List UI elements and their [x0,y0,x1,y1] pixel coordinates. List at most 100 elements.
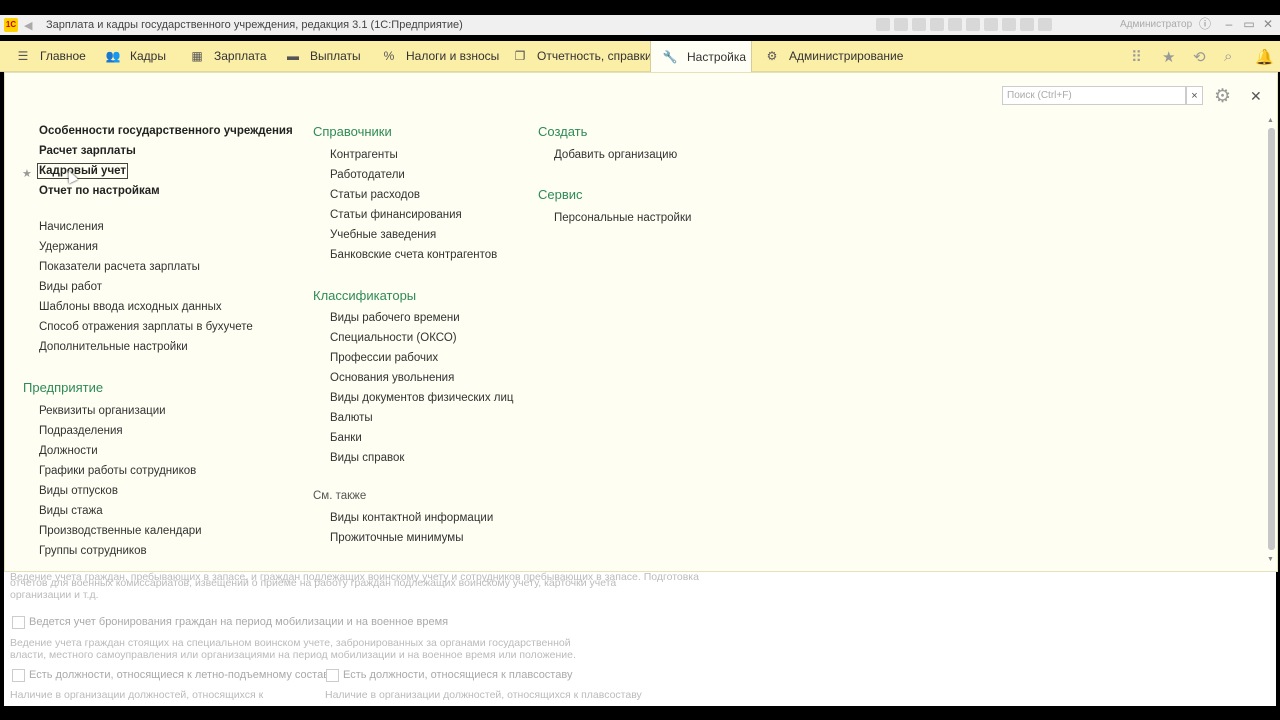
link-specialties-okso[interactable]: Специальности (ОКСО) [330,332,457,344]
notifications-bell-icon[interactable]: 🔔 [1255,48,1274,66]
link-accruals[interactable]: Начисления [39,221,104,233]
link-educational-institutions[interactable]: Учебные заведения [330,229,436,241]
calculator-icon[interactable] [1002,18,1016,31]
scroll-up-icon[interactable]: ▲ [1267,117,1274,124]
menu-main[interactable]: ☰ Главное [16,41,86,71]
link-id-document-types[interactable]: Виды документов физических лиц [330,392,513,404]
close-panel-icon[interactable]: ✕ [1250,88,1262,105]
maximize-icon[interactable]: ▭ [1242,17,1256,31]
see-also-heading: См. также [313,490,367,502]
link-icon[interactable] [948,18,962,31]
link-personal-settings[interactable]: Персональные настройки [554,212,691,224]
link-bank-accounts[interactable]: Банковские счета контрагентов [330,249,497,261]
form-desc-line2: отчетов для военных комиссариатов, извещ… [10,577,617,589]
booking-checkbox-label[interactable]: Ведется учет бронирования граждан на пер… [29,616,448,628]
link-add-organization[interactable]: Добавить организацию [554,149,677,161]
panel-settings-gear-icon[interactable]: ⚙ [1214,85,1231,108]
flight-crew-checkbox[interactable] [12,669,25,682]
form-desc-line3: организации и т.д. [10,589,99,601]
search-icon[interactable]: ⌕ [1224,48,1232,65]
menu-hr[interactable]: 👥 Кадры [106,41,166,71]
memory-plus-icon[interactable] [966,18,980,31]
link-positions[interactable]: Должности [39,445,98,457]
window-titlebar: 1C ◀ Зарплата и кадры государственного у… [0,15,1280,35]
link-expense-items[interactable]: Статьи расходов [330,189,420,201]
calendar-icon[interactable] [1020,18,1034,31]
link-contact-info-types[interactable]: Виды контактной информации [330,512,493,524]
info-icon[interactable]: ⓘ [1198,17,1212,31]
link-payroll-indicators[interactable]: Показатели расчета зарплаты [39,261,200,273]
link-seniority-types[interactable]: Виды стажа [39,505,103,517]
menu-administration[interactable]: ⚙ Администрирование [765,41,904,71]
section-directories: Справочники [313,124,392,139]
menu-payments[interactable]: ▬ Выплаты [286,41,361,71]
favorite-star-icon[interactable]: ★ [22,167,32,180]
scroll-down-icon[interactable]: ▼ [1267,556,1274,563]
hamburger-icon: ☰ [17,49,29,63]
link-working-time-types[interactable]: Виды рабочего времени [330,312,460,324]
history-icon[interactable] [930,18,944,31]
calculator-icon: ▦ [191,49,203,63]
link-hr-accounting[interactable]: Кадровый учет [36,163,129,179]
app-logo-icon: 1C [4,18,18,32]
mail-icon[interactable] [912,18,926,31]
link-additional-settings[interactable]: Дополнительные настройки [39,341,188,353]
favorites-star-icon[interactable]: ★ [1162,48,1175,66]
section-classifiers: Классификаторы [313,288,417,303]
wallet-icon: ▬ [287,49,299,63]
link-currencies[interactable]: Валюты [330,412,373,424]
apps-grid-icon[interactable]: ⠿ [1131,48,1142,66]
sea-crew-desc: Наличие в организации должностей, относя… [325,689,642,701]
menu-salary[interactable]: ▦ Зарплата [190,41,266,71]
link-departments[interactable]: Подразделения [39,425,123,437]
link-financing-items[interactable]: Статьи финансирования [330,209,462,221]
history-clock-icon[interactable]: ⟲ [1193,48,1206,66]
section-enterprise: Предприятие [23,380,104,395]
window-title: Зарплата и кадры государственного учрежд… [46,19,463,31]
link-deductions[interactable]: Удержания [39,241,98,253]
wrench-icon: 🔧 [662,49,678,64]
sections-menu-bar: ☰ Главное 👥 Кадры ▦ Зарплата ▬ Выплаты % Нало… [0,41,1280,72]
link-subsistence-minimums[interactable]: Прожиточные минимумы [330,532,463,544]
link-counterparties[interactable]: Контрагенты [330,149,398,161]
link-banks[interactable]: Банки [330,432,362,444]
link-payroll-calc[interactable]: Расчет зарплаты [39,145,136,157]
panel-scrollbar[interactable] [1268,128,1275,550]
link-work-schedules[interactable]: Графики работы сотрудников [39,465,196,477]
flight-crew-checkbox-label[interactable]: Есть должности, относящиеся к летно-подъ… [29,669,334,681]
window-icon[interactable] [1038,18,1052,31]
link-work-types[interactable]: Виды работ [39,281,102,293]
user-name[interactable]: Администратор [1120,19,1192,30]
menu-taxes[interactable]: % Налоги и взносы [382,41,500,71]
search-input[interactable]: Поиск (Ctrl+F) [1002,86,1186,105]
booking-desc-a: Ведение учета граждан стоящих на специал… [10,637,571,649]
link-worker-professions[interactable]: Профессии рабочих [330,352,438,364]
link-dismissal-grounds[interactable]: Основания увольнения [330,372,454,384]
link-settings-report[interactable]: Отчет по настройкам [39,185,160,197]
link-input-templates[interactable]: Шаблоны ввода исходных данных [39,301,222,313]
link-employers[interactable]: Работодатели [330,169,405,181]
sea-crew-checkbox-label[interactable]: Есть должности, относящиеся к плавсостав… [343,669,572,681]
menu-settings[interactable]: 🔧 Настройка [650,41,752,72]
link-production-calendars[interactable]: Производственные календари [39,525,202,537]
close-window-icon[interactable]: ✕ [1261,17,1275,31]
titlebar-toolbar [876,18,1056,31]
link-gov-features[interactable]: Особенности государственного учреждения [39,125,293,137]
memory-minus-icon[interactable] [984,18,998,31]
link-payroll-reflection[interactable]: Способ отражения зарплаты в бухучете [39,321,253,333]
sea-crew-checkbox[interactable] [326,669,339,682]
booking-checkbox[interactable] [12,616,25,629]
background-form: Ведение учета граждан, пребывающих в зап… [4,571,1276,706]
section-service: Сервис [538,187,583,202]
link-certificate-types[interactable]: Виды справок [330,452,404,464]
back-icon[interactable]: ◀ [24,19,32,32]
link-vacation-types[interactable]: Виды отпусков [39,485,118,497]
menu-reports[interactable]: ❐ Отчетность, справки [513,41,652,71]
save-icon[interactable] [876,18,890,31]
section-create: Создать [538,124,588,139]
print-icon[interactable] [894,18,908,31]
search-clear-button[interactable]: × [1186,86,1203,105]
link-org-details[interactable]: Реквизиты организации [39,405,166,417]
minimize-icon[interactable]: – [1222,17,1236,31]
link-employee-groups[interactable]: Группы сотрудников [39,545,147,557]
